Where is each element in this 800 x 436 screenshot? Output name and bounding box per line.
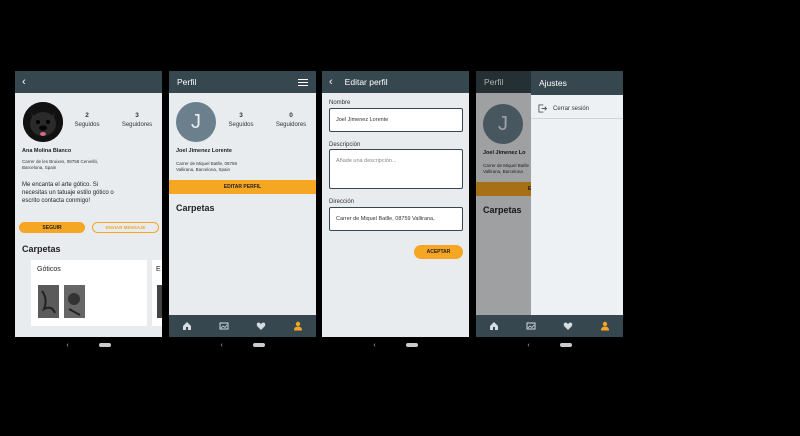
- drawer-title: Ajustes: [531, 71, 623, 95]
- screen-edit-profile: ‹ Editar perfil Nombre Joel Jimenez Lore…: [322, 71, 469, 337]
- name-label: Nombre: [329, 100, 351, 106]
- folders-title: Carpetas: [22, 244, 61, 254]
- name-field[interactable]: Joel Jimenez Lorente: [329, 108, 463, 132]
- home-icon[interactable]: [485, 317, 503, 335]
- following-count: 3: [239, 112, 243, 119]
- folder-card-goticos[interactable]: Góticos: [31, 260, 147, 326]
- phone-user-profile: ‹ 2 Seguidos 3 Seguidores Ana Molina Bla…: [15, 71, 162, 351]
- following-count: 2: [85, 112, 89, 119]
- logout-item[interactable]: Cerrar sesión: [538, 104, 589, 113]
- person-icon[interactable]: [289, 317, 307, 335]
- bottom-nav: [476, 315, 623, 337]
- back-arrow-icon[interactable]: ‹: [329, 76, 333, 88]
- followers-stat[interactable]: 0 Seguidores: [273, 112, 309, 128]
- system-home-icon[interactable]: [405, 343, 418, 347]
- followers-count: 0: [289, 112, 293, 119]
- system-nav-bar: ‹: [322, 339, 469, 351]
- system-home-icon[interactable]: [559, 343, 572, 347]
- phone-own-profile: Perfil J 3 Seguidos 0 Seguidores Joel Ji…: [169, 71, 316, 351]
- menu-icon[interactable]: [298, 78, 308, 86]
- settings-drawer: Ajustes Cerrar sesión: [531, 71, 623, 315]
- back-arrow-icon[interactable]: ‹: [22, 76, 26, 88]
- phone-settings-drawer: Perfil J Joel Jimenez Lo Carrer de Mique…: [476, 71, 623, 351]
- app-bar: Perfil: [169, 71, 316, 93]
- following-stat[interactable]: 2 Seguidos: [71, 112, 103, 128]
- screen-settings-drawer: Perfil J Joel Jimenez Lo Carrer de Mique…: [476, 71, 623, 337]
- folder-thumb: [64, 285, 85, 318]
- system-nav-bar: ‹: [476, 339, 623, 351]
- followers-label: Seguidores: [121, 122, 153, 128]
- logout-icon: [538, 104, 547, 113]
- system-back-icon[interactable]: ‹: [373, 342, 375, 349]
- description-label: Descripción: [329, 142, 361, 148]
- system-back-icon[interactable]: ‹: [527, 342, 529, 349]
- screen-own-profile: Perfil J 3 Seguidos 0 Seguidores Joel Ji…: [169, 71, 316, 337]
- edit-profile-button[interactable]: EDITAR PERFIL: [169, 180, 316, 194]
- gallery-icon[interactable]: [215, 317, 233, 335]
- user-name: Joel Jimenez Lorente: [176, 148, 232, 154]
- system-home-icon[interactable]: [98, 343, 111, 347]
- followers-stat[interactable]: 3 Seguidores: [119, 112, 155, 128]
- heart-icon[interactable]: [559, 317, 577, 335]
- drawer-divider: [531, 118, 623, 119]
- user-bio: Me encanta el arte gótico. Si necesitas …: [22, 182, 114, 204]
- screen-user-profile: ‹ 2 Seguidos 3 Seguidores Ana Molina Bla…: [15, 71, 162, 337]
- tattoo-image: [38, 285, 59, 318]
- folders-title: Carpetas: [176, 203, 215, 213]
- drawer-scrim[interactable]: [476, 71, 531, 315]
- heart-icon[interactable]: [252, 317, 270, 335]
- app-bar-title: Perfil: [177, 77, 197, 87]
- folder-title: Góticos: [37, 266, 61, 273]
- phone-edit-profile: ‹ Editar perfil Nombre Joel Jimenez Lore…: [322, 71, 469, 351]
- folder-thumb: [157, 285, 162, 318]
- avatar: J: [176, 102, 216, 142]
- bulldog-photo: [23, 102, 63, 142]
- accept-button[interactable]: ACEPTAR: [414, 245, 463, 259]
- avatar: [23, 102, 63, 142]
- system-nav-bar: ‹: [169, 339, 316, 351]
- app-bar: ‹: [15, 71, 162, 93]
- user-address: Carrer de les Bruixes, 08758 Cervelló, B…: [22, 159, 99, 170]
- send-message-button[interactable]: ENVIAR MENSAJE: [92, 222, 159, 233]
- user-name: Ana Molina Blanco: [22, 148, 72, 154]
- following-stat[interactable]: 3 Seguidos: [225, 112, 257, 128]
- followers-label: Seguidores: [275, 122, 307, 128]
- address-label: Dirección: [329, 199, 355, 205]
- system-nav-bar: ‹: [15, 339, 162, 351]
- tattoo-image: [64, 285, 85, 318]
- logout-label: Cerrar sesión: [553, 105, 590, 112]
- user-address: Carrer de Miquel Batlle, 08759 Vallirana…: [176, 161, 238, 172]
- system-back-icon[interactable]: ‹: [66, 342, 68, 349]
- description-field[interactable]: Añade una descripción...: [329, 149, 463, 189]
- folder-thumb: [38, 285, 59, 318]
- app-bar: ‹ Editar perfil: [322, 71, 469, 93]
- address-field[interactable]: Carrer de Miquel Batlle, 08759 Vallirana…: [329, 207, 463, 231]
- gallery-icon[interactable]: [522, 317, 540, 335]
- system-home-icon[interactable]: [252, 343, 265, 347]
- folder-title: E: [156, 266, 161, 273]
- app-bar-title: Editar perfil: [344, 77, 388, 87]
- folder-card-second[interactable]: E: [152, 260, 162, 326]
- system-back-icon[interactable]: ‹: [220, 342, 222, 349]
- following-label: Seguidos: [228, 122, 254, 128]
- following-label: Seguidos: [74, 122, 100, 128]
- bottom-nav: [169, 315, 316, 337]
- followers-count: 3: [135, 112, 139, 119]
- home-icon[interactable]: [178, 317, 196, 335]
- person-icon[interactable]: [596, 317, 614, 335]
- follow-button[interactable]: SEGUIR: [19, 222, 85, 233]
